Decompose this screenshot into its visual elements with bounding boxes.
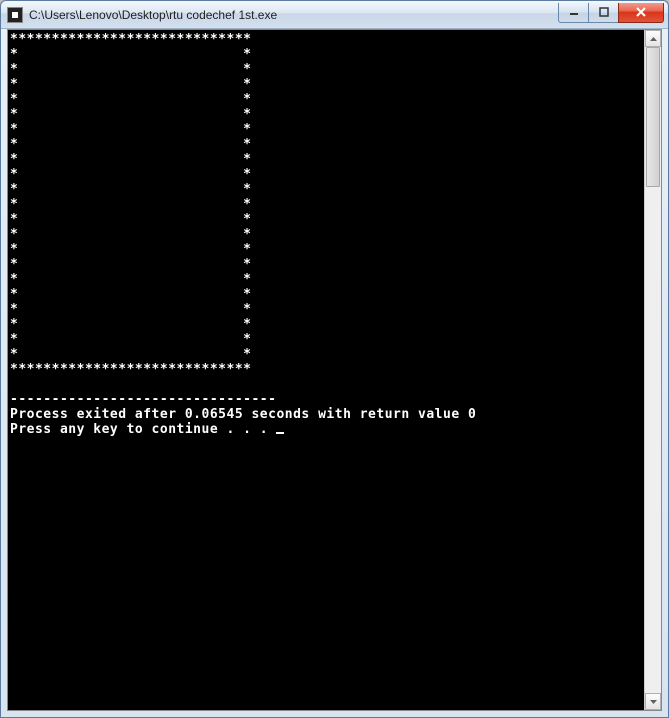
console-line: * * bbox=[10, 137, 251, 152]
console-line: * * bbox=[10, 167, 251, 182]
cursor bbox=[276, 432, 284, 434]
console-line: * * bbox=[10, 302, 251, 317]
console-line: * * bbox=[10, 92, 251, 107]
console-line: * * bbox=[10, 287, 251, 302]
close-button[interactable] bbox=[618, 3, 664, 23]
console-line: * * bbox=[10, 182, 251, 197]
console-line: * * bbox=[10, 152, 251, 167]
console-line: * * bbox=[10, 242, 251, 257]
console-line: * * bbox=[10, 347, 251, 362]
chevron-up-icon bbox=[650, 37, 657, 41]
scrollbar-track[interactable] bbox=[645, 47, 661, 693]
maximize-button[interactable] bbox=[588, 3, 618, 23]
console-line: * * bbox=[10, 227, 251, 242]
minimize-icon bbox=[569, 7, 579, 17]
maximize-icon bbox=[599, 7, 609, 17]
window-controls bbox=[558, 3, 664, 23]
console-line: * * bbox=[10, 317, 251, 332]
vertical-scrollbar[interactable] bbox=[644, 30, 661, 710]
console-line: * * bbox=[10, 62, 251, 77]
console-line: -------------------------------- bbox=[10, 392, 276, 407]
scrollbar-thumb[interactable] bbox=[646, 47, 660, 187]
console-output[interactable]: ***************************** * * * * * … bbox=[8, 30, 644, 710]
close-icon bbox=[635, 7, 647, 17]
client-area: ***************************** * * * * * … bbox=[7, 29, 662, 711]
window-title: C:\Users\Lenovo\Desktop\rtu codechef 1st… bbox=[29, 8, 558, 22]
scroll-down-button[interactable] bbox=[645, 693, 661, 710]
console-line: * * bbox=[10, 122, 251, 137]
console-line: Press any key to continue . . . bbox=[10, 422, 276, 437]
scroll-up-button[interactable] bbox=[645, 30, 661, 47]
console-line: * * bbox=[10, 257, 251, 272]
console-line: * * bbox=[10, 47, 251, 62]
console-line: Process exited after 0.06545 seconds wit… bbox=[10, 407, 476, 422]
console-line: * * bbox=[10, 212, 251, 227]
minimize-button[interactable] bbox=[558, 3, 588, 23]
console-line: * * bbox=[10, 272, 251, 287]
chevron-down-icon bbox=[650, 700, 657, 704]
console-line: * * bbox=[10, 77, 251, 92]
console-wrap: ***************************** * * * * * … bbox=[8, 30, 661, 710]
console-window: C:\Users\Lenovo\Desktop\rtu codechef 1st… bbox=[0, 0, 669, 718]
console-line: * * bbox=[10, 197, 251, 212]
titlebar[interactable]: C:\Users\Lenovo\Desktop\rtu codechef 1st… bbox=[1, 1, 668, 29]
console-line: * * bbox=[10, 332, 251, 347]
app-icon bbox=[7, 7, 23, 23]
console-line: ***************************** bbox=[10, 362, 251, 377]
console-line: ***************************** bbox=[10, 32, 251, 47]
console-line: * * bbox=[10, 107, 251, 122]
